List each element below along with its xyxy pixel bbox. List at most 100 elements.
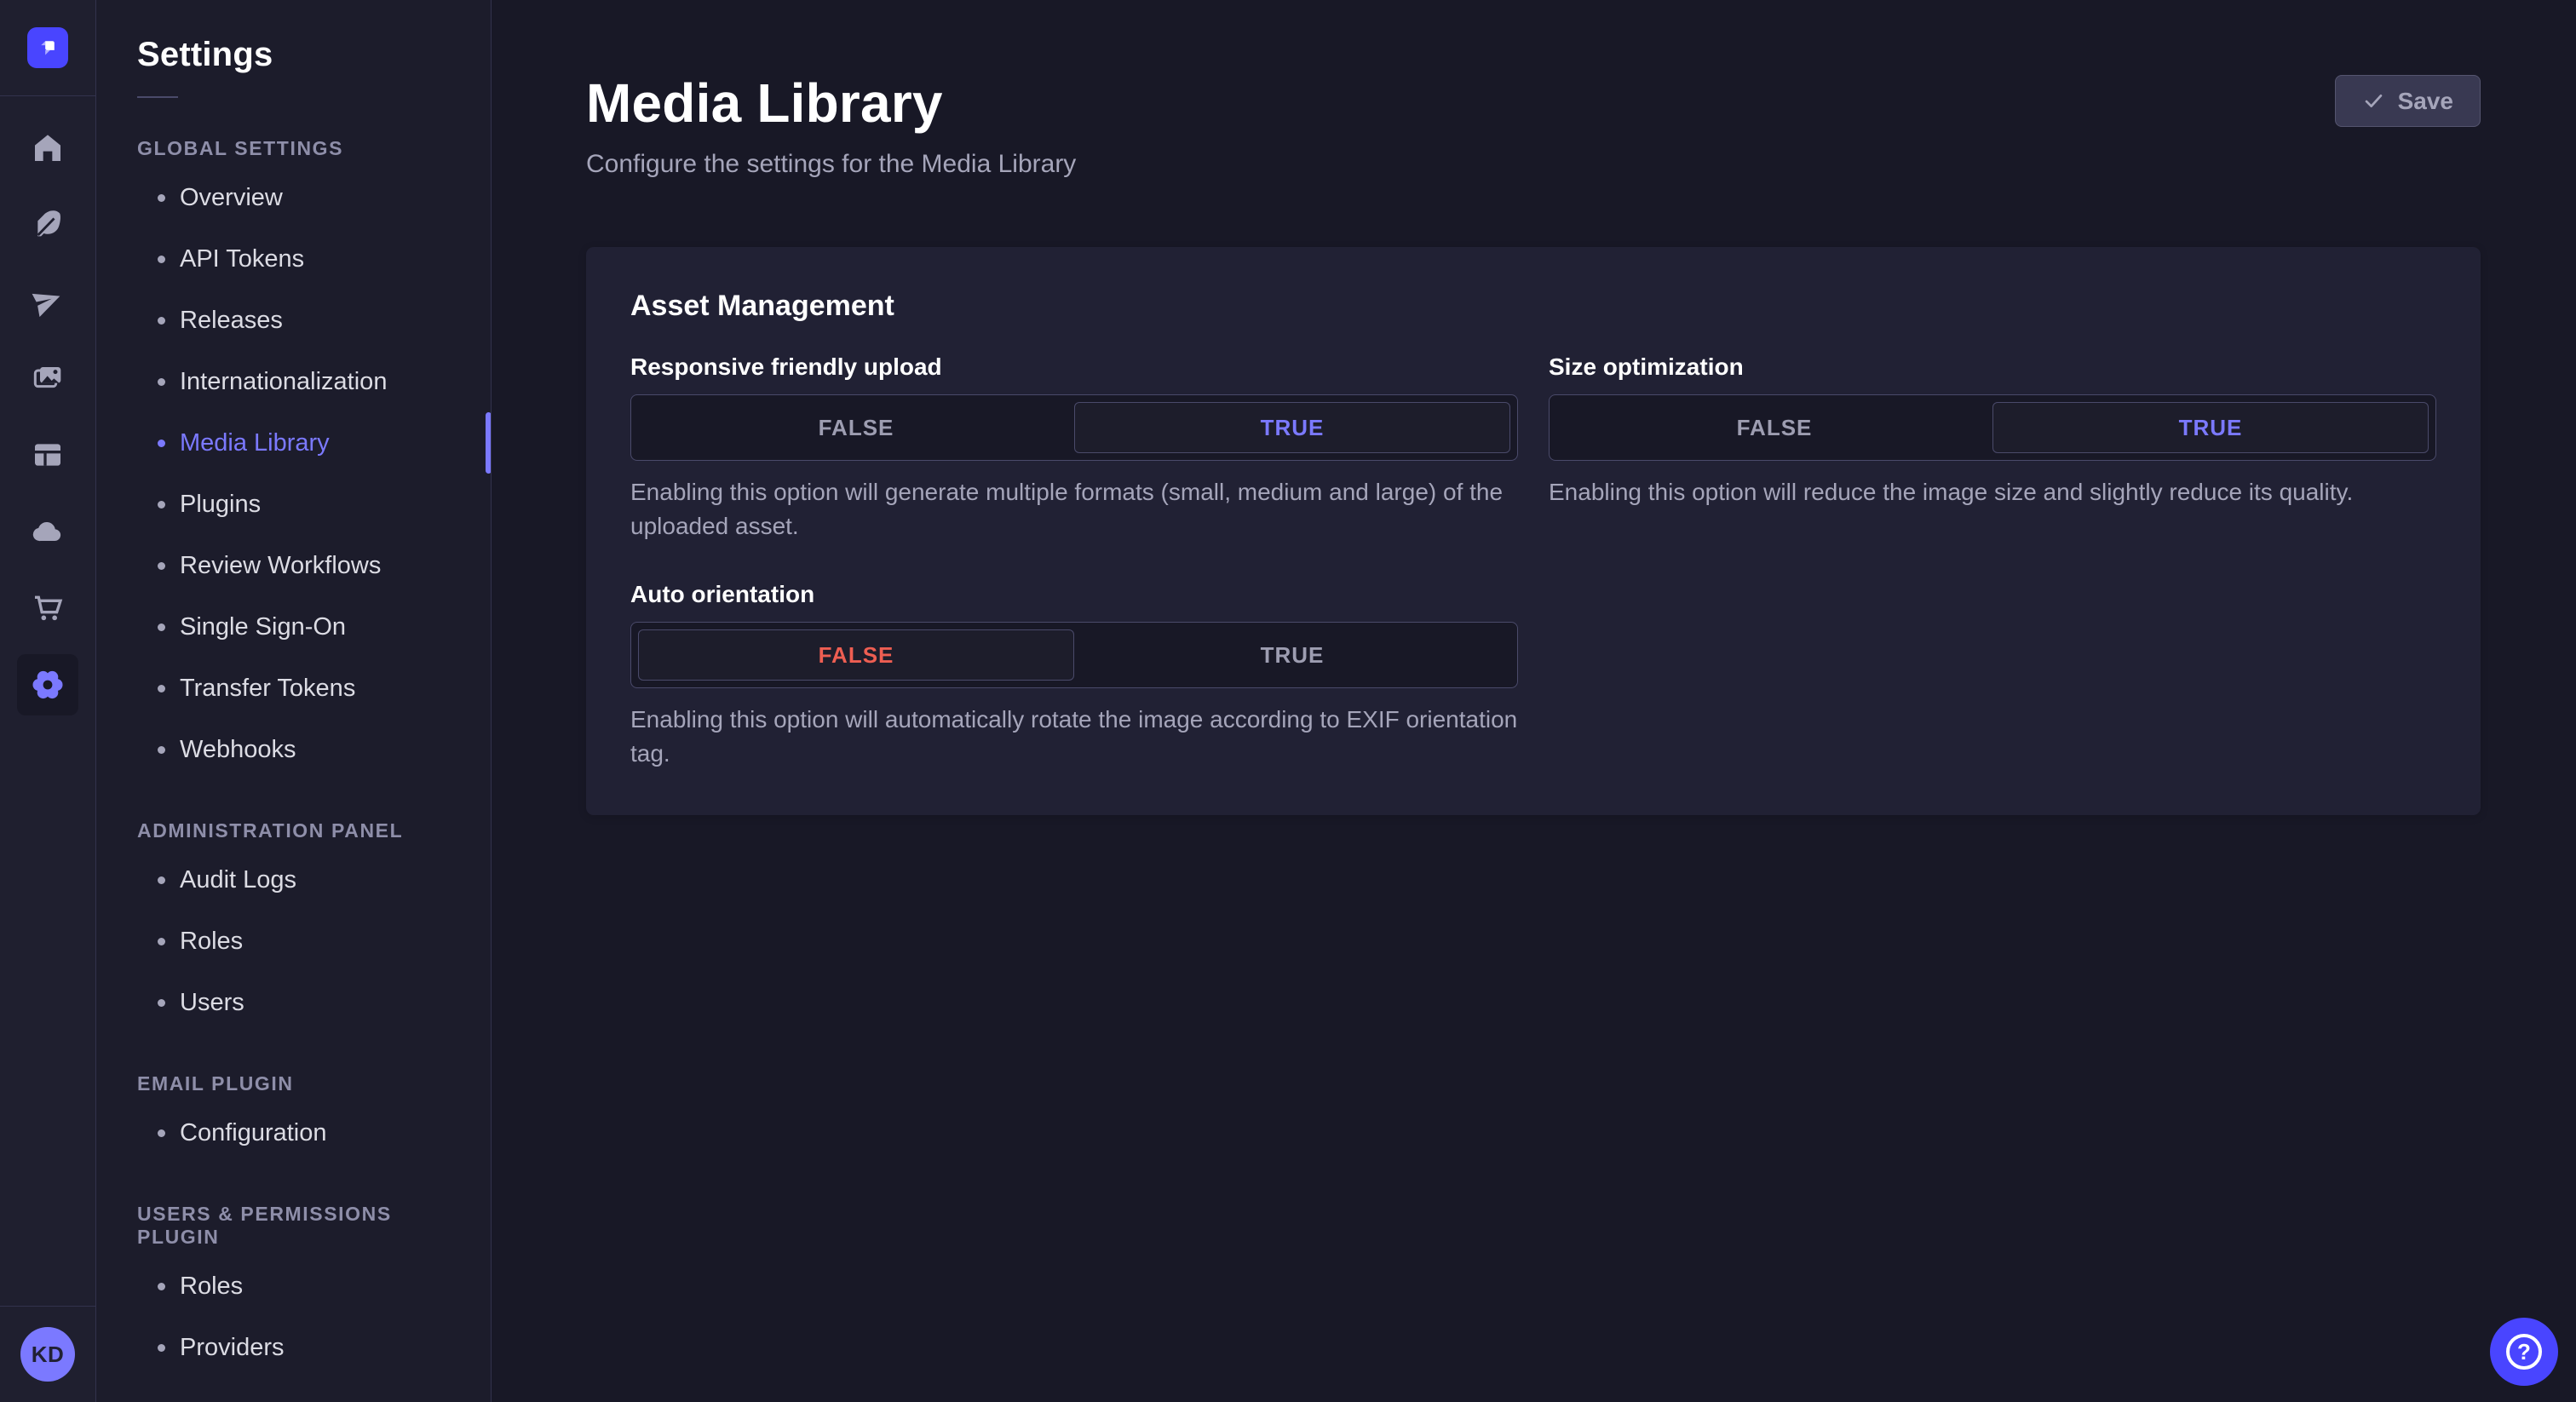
- icon-rail: KD: [0, 0, 96, 1402]
- bullet-icon: [158, 1282, 165, 1290]
- settings-sidebar: Settings GLOBAL SETTINGS Overview API To…: [96, 0, 492, 1402]
- sidebar-section: GLOBAL SETTINGS Overview API Tokens Rele…: [96, 137, 491, 780]
- sidebar-item-users[interactable]: Users: [96, 972, 491, 1033]
- sidebar-item-label: Overview: [180, 183, 283, 211]
- boolean-toggle: FALSE TRUE: [630, 394, 1518, 461]
- check-icon: [2365, 94, 2382, 108]
- toggle-option-false[interactable]: FALSE: [638, 629, 1074, 681]
- boolean-field: Size optimization FALSE TRUE Enabling thi…: [1549, 353, 2436, 543]
- sidebar-item-transfer-tokens[interactable]: Transfer Tokens: [96, 658, 491, 719]
- sidebar-item-label: Users: [180, 988, 244, 1016]
- toggle-option-true[interactable]: TRUE: [1074, 629, 1510, 681]
- sidebar-section-label: USERS & PERMISSIONS PLUGIN: [137, 1203, 392, 1248]
- sidebar-item-releases[interactable]: Releases: [96, 290, 491, 351]
- sidebar-item-label: Providers: [180, 1333, 285, 1361]
- rail-item-marketplace[interactable]: [0, 570, 95, 646]
- sidebar-item-roles[interactable]: Roles: [96, 1255, 491, 1317]
- sidebar-item-providers[interactable]: Providers: [96, 1317, 491, 1378]
- sidebar-section: ADMINISTRATION PANEL Audit Logs Roles Us…: [96, 819, 491, 1033]
- sidebar-item-api-tokens[interactable]: API Tokens: [96, 228, 491, 290]
- sidebar-item-plugins[interactable]: Plugins: [96, 474, 491, 535]
- strapi-logo-icon: [41, 41, 55, 55]
- rail-nav: [0, 96, 95, 723]
- rail-item-deploy[interactable]: [0, 493, 95, 570]
- bullet-icon: [158, 876, 165, 884]
- save-button-label: Save: [2397, 87, 2453, 114]
- sidebar-item-single-sign-on[interactable]: Single Sign-On: [96, 596, 491, 658]
- sidebar-item-label: Plugins: [180, 490, 262, 518]
- sidebar-item-review-workflows[interactable]: Review Workflows: [96, 535, 491, 596]
- layout-icon: [35, 444, 60, 466]
- sidebar-item-configuration[interactable]: Configuration: [96, 1102, 491, 1164]
- page-header: Media Library Configure the settings for…: [586, 72, 2481, 179]
- bullet-icon: [158, 316, 165, 325]
- field-hint: Enabling this option will reduce the ima…: [1549, 479, 2354, 505]
- sidebar-item-label: Internationalization: [180, 367, 388, 395]
- cloud-icon: [32, 521, 61, 542]
- strapi-logo[interactable]: [27, 27, 68, 68]
- bullet-icon: [158, 1343, 165, 1352]
- rail-item-settings[interactable]: [0, 646, 95, 723]
- rail-footer: KD: [0, 1306, 95, 1402]
- gear-icon: [32, 670, 63, 699]
- sidebar-section-list: Audit Logs Roles Users: [96, 849, 491, 1033]
- feather-icon: [37, 210, 60, 237]
- sidebar-title-rule: [137, 96, 178, 98]
- page-subtitle: Configure the settings for the Media Lib…: [586, 150, 1077, 178]
- boolean-field: Auto orientation FALSE TRUE Enabling this…: [630, 581, 1518, 771]
- field-hint: Enabling this option will automatically …: [630, 706, 1518, 767]
- sidebar-item-label: Review Workflows: [180, 551, 382, 579]
- sidebar-item-label: Audit Logs: [180, 865, 297, 893]
- rail-item-home[interactable]: [0, 110, 95, 187]
- sidebar-sections: GLOBAL SETTINGS Overview API Tokens Rele…: [96, 137, 491, 1378]
- app-root: KD Settings GLOBAL SETTINGS Overview API…: [0, 0, 2576, 1402]
- help-button[interactable]: ?: [2490, 1318, 2558, 1386]
- bullet-icon: [158, 377, 165, 386]
- rail-item-content[interactable]: [0, 187, 95, 263]
- sidebar-item-audit-logs[interactable]: Audit Logs: [96, 849, 491, 911]
- toggle-option-true[interactable]: TRUE: [1074, 402, 1510, 453]
- rail-item-media-library[interactable]: [0, 340, 95, 417]
- boolean-field: Responsive friendly upload FALSE TRUE Ena…: [630, 353, 1518, 543]
- toggle-option-true[interactable]: TRUE: [1992, 402, 2429, 453]
- toggle-option-false[interactable]: FALSE: [1556, 402, 1992, 453]
- sidebar-item-internationalization[interactable]: Internationalization: [96, 351, 491, 412]
- media-icon: [33, 367, 61, 388]
- card-title: Asset Management: [630, 290, 894, 322]
- bullet-icon: [158, 1129, 165, 1137]
- rail-item-content-type-builder[interactable]: [0, 417, 95, 493]
- sidebar-item-overview[interactable]: Overview: [96, 167, 491, 228]
- bullet-icon: [158, 193, 165, 202]
- save-button[interactable]: Save: [2334, 75, 2481, 127]
- bullet-icon: [158, 745, 165, 754]
- sidebar-section: EMAIL PLUGIN Configuration: [96, 1072, 491, 1164]
- field-label: Auto orientation: [630, 581, 815, 607]
- sidebar-section-list: Roles Providers: [96, 1255, 491, 1378]
- field-label: Size optimization: [1549, 353, 1744, 380]
- sidebar-item-label: Roles: [180, 1272, 244, 1300]
- page-header-text: Media Library Configure the settings for…: [586, 72, 1076, 179]
- sidebar-item-media-library[interactable]: Media Library: [96, 412, 491, 474]
- logo-cell: [0, 0, 95, 96]
- fields-grid: Responsive friendly upload FALSE TRUE Ena…: [630, 353, 2436, 771]
- toggle-option-false[interactable]: FALSE: [638, 402, 1074, 453]
- sidebar-item-roles[interactable]: Roles: [96, 911, 491, 972]
- boolean-toggle: FALSE TRUE: [1549, 394, 2436, 461]
- bullet-icon: [158, 937, 165, 945]
- sidebar-item-label: API Tokens: [180, 244, 305, 273]
- user-avatar[interactable]: KD: [20, 1327, 75, 1382]
- field-hint: Enabling this option will generate multi…: [630, 479, 1504, 539]
- sidebar-section: USERS & PERMISSIONS PLUGIN Roles Provide…: [96, 1203, 491, 1378]
- sidebar-item-webhooks[interactable]: Webhooks: [96, 719, 491, 780]
- settings-active-highlight: [17, 654, 78, 715]
- send-icon: [32, 293, 60, 318]
- question-mark-icon: ?: [2506, 1334, 2542, 1370]
- bullet-icon: [158, 500, 165, 509]
- rail-item-releases[interactable]: [0, 263, 95, 340]
- sidebar-item-label: Media Library: [180, 428, 330, 457]
- page-title: Media Library: [586, 72, 943, 134]
- sidebar-section-label: ADMINISTRATION PANEL: [137, 819, 404, 842]
- main-content: Media Library Configure the settings for…: [492, 0, 2576, 1402]
- sidebar-item-label: Configuration: [180, 1118, 327, 1146]
- sidebar-section-label: GLOBAL SETTINGS: [137, 137, 344, 159]
